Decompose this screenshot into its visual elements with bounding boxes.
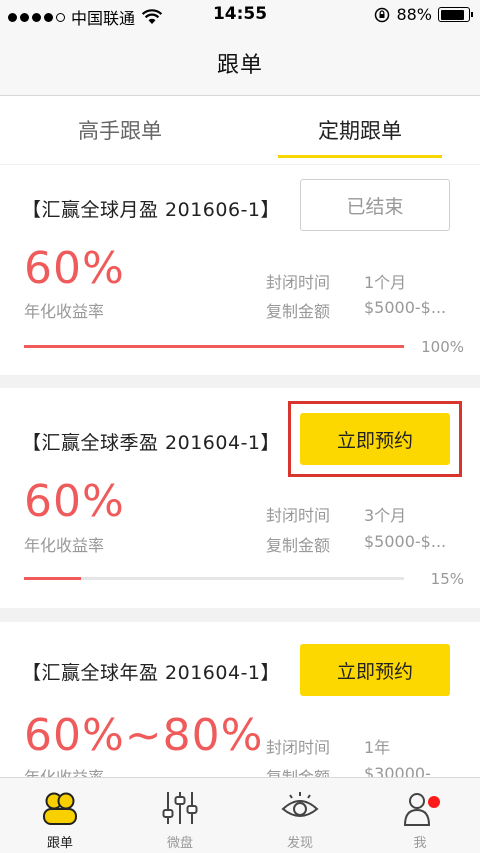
book-now-button[interactable]: 立即预约	[300, 644, 450, 696]
tabbar-item-me[interactable]: 我	[360, 778, 480, 853]
close-period-value: 1年	[364, 738, 391, 757]
product-card-yearly[interactable]: 【汇赢全球年盈 201604-1】 立即预约 60%~80% 年化收益率 封闭时…	[0, 622, 480, 777]
copy-amount-label: 复制金额	[266, 302, 331, 321]
annual-rate: 60%	[24, 243, 125, 294]
navigation-bar: 跟单	[0, 30, 480, 96]
battery-icon	[438, 7, 473, 22]
tabbar-item-discover[interactable]: 发现	[240, 778, 360, 853]
progress-bar	[24, 577, 404, 580]
close-period-label: 封闭时间	[266, 738, 331, 757]
segment-tabs: 高手跟单 定期跟单	[0, 96, 480, 164]
users-icon	[38, 786, 82, 830]
annual-rate: 60%~80%	[24, 710, 264, 761]
product-card-quarterly[interactable]: 【汇赢全球季盈 201604-1】 立即预约 60% 年化收益率 封闭时间 3个…	[0, 388, 480, 608]
close-period-value: 3个月	[364, 506, 407, 525]
progress-bar	[24, 345, 404, 348]
progress-fill	[24, 577, 81, 580]
product-title: 【汇赢全球季盈 201604-1】	[22, 432, 281, 454]
ended-button[interactable]: 已结束	[300, 179, 450, 231]
copy-amount-label: 复制金额	[266, 536, 331, 555]
tabbar-label: 发现	[286, 836, 313, 851]
battery-level	[440, 9, 465, 20]
progress-percent: 100%	[421, 338, 464, 356]
product-title: 【汇赢全球月盈 201606-1】	[22, 199, 281, 221]
tabbar-item-microdisk[interactable]: 微盘	[120, 778, 240, 853]
battery-percent: 88%	[396, 5, 432, 24]
close-period-label: 封闭时间	[266, 273, 331, 292]
product-title: 【汇赢全球年盈 201604-1】	[22, 662, 281, 684]
copy-amount-value: $5000-$...	[364, 298, 447, 317]
bottom-tab-bar: 跟单 微盘 发现 我	[0, 777, 480, 853]
annual-rate-label: 年化收益率	[24, 302, 105, 321]
copy-amount-value: $30000-...	[364, 764, 447, 777]
copy-amount-value: $5000-$...	[364, 532, 447, 551]
sliders-icon	[158, 786, 202, 830]
progress-fill	[24, 345, 404, 348]
annual-rate-label: 年化收益率	[24, 764, 104, 777]
book-now-button[interactable]: 立即预约	[300, 413, 450, 465]
page-title: 跟单	[216, 52, 263, 78]
status-bar: 中国联通 14:55 88%	[0, 0, 480, 30]
tab-periodic-follow[interactable]: 定期跟单	[240, 96, 480, 164]
tab-expert-follow[interactable]: 高手跟单	[0, 96, 240, 164]
close-period-label: 封闭时间	[266, 506, 331, 525]
annual-rate-label: 年化收益率	[24, 536, 105, 555]
tabbar-label: 我	[413, 836, 427, 851]
tabbar-label: 微盘	[166, 836, 193, 851]
close-period-value: 1个月	[364, 273, 407, 292]
orientation-lock-icon	[375, 7, 390, 22]
copy-amount-label: 复制金额	[266, 764, 330, 777]
tabbar-label: 跟单	[46, 836, 73, 851]
status-right: 88%	[374, 5, 473, 24]
eye-icon	[278, 786, 322, 830]
annual-rate: 60%	[24, 476, 125, 527]
profile-icon	[398, 786, 442, 830]
progress-percent: 15%	[430, 570, 464, 588]
tabbar-item-follow[interactable]: 跟单	[0, 778, 120, 853]
notification-dot	[428, 796, 440, 808]
product-card-monthly[interactable]: 【汇赢全球月盈 201606-1】 已结束 60% 年化收益率 封闭时间 1个月…	[0, 165, 480, 375]
